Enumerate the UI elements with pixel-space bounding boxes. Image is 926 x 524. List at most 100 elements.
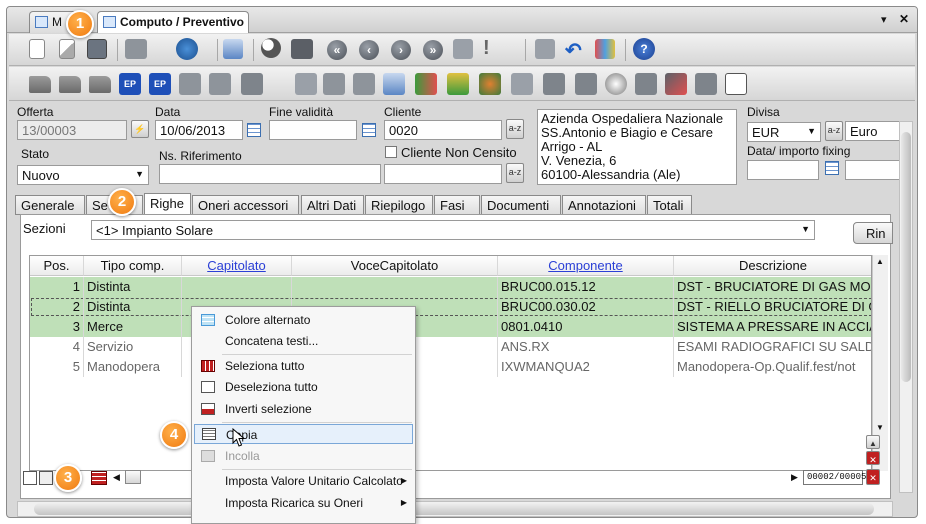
delete-row-icon[interactable]: ✕ xyxy=(866,451,880,465)
lookup-icon[interactable]: a-z xyxy=(506,119,524,139)
cliente-field[interactable]: 0020 xyxy=(384,120,502,140)
person-icon[interactable] xyxy=(635,73,657,95)
menu-item-imposta-valore-unitario[interactable]: Imposta Valore Unitario Calcolato ▶ xyxy=(194,471,413,491)
offerta-field[interactable]: 13/00003 xyxy=(17,120,127,140)
table-row[interactable]: 3 Merce 0801.0410 SISTEMA A PRESSARE IN … xyxy=(30,317,871,337)
menu-item-copia[interactable]: Copia xyxy=(194,424,413,444)
divisa-select[interactable]: EUR ▼ xyxy=(747,122,821,142)
first-record-icon[interactable]: « xyxy=(327,40,347,60)
calculator-blue-icon[interactable] xyxy=(383,73,405,95)
open-folder-icon[interactable] xyxy=(59,76,81,93)
user-settings-icon[interactable] xyxy=(665,73,687,95)
scroll-left-icon[interactable]: ◀ xyxy=(113,472,120,483)
grid-footer-icon[interactable] xyxy=(39,471,53,485)
binoculars-icon[interactable] xyxy=(291,39,313,59)
save-icon[interactable] xyxy=(87,39,107,59)
lookup-icon[interactable]: a-z xyxy=(825,121,843,141)
new-document-icon[interactable] xyxy=(29,39,45,59)
open-folder-icon[interactable] xyxy=(29,76,51,93)
document-lock-icon[interactable] xyxy=(179,73,201,95)
ep-icon[interactable]: EP xyxy=(119,73,141,95)
table-row[interactable]: 1 Distinta BRUC00.015.12 DST - BRUCIATOR… xyxy=(30,277,871,297)
lookup-icon[interactable]: a-z xyxy=(506,163,524,183)
table-row[interactable]: 2 Distinta BRUC00.030.02 DST - RIELLO BR… xyxy=(30,297,871,317)
fine-validita-field[interactable] xyxy=(269,120,357,140)
window-vertical-scrollbar[interactable] xyxy=(899,121,913,493)
building-icon[interactable] xyxy=(543,73,565,95)
table-row[interactable]: 4 Servizio ANS.RX ESAMI RADIOGRAFICI SU … xyxy=(30,337,871,357)
edit-icon[interactable] xyxy=(59,39,75,59)
warning-icon[interactable]: ! xyxy=(483,37,493,61)
calendar-icon[interactable] xyxy=(362,123,376,137)
rin-button[interactable]: Rin xyxy=(853,222,893,244)
scroll-up-icon[interactable]: ▲ xyxy=(876,257,884,266)
tags-icon[interactable] xyxy=(695,73,717,95)
undo-icon[interactable]: ↶ xyxy=(565,38,587,62)
document-delete-icon[interactable] xyxy=(209,73,231,95)
spin-up-icon[interactable]: ▲ xyxy=(866,435,880,449)
sezioni-select[interactable]: <1> Impianto Solare ▼ xyxy=(91,220,815,240)
close-icon[interactable]: ✕ xyxy=(899,12,909,26)
menu-item-imposta-ricarica[interactable]: Imposta Ricarica su Oneri ▶ xyxy=(194,493,413,513)
column-header-tipo-comp[interactable]: Tipo comp. xyxy=(84,256,182,276)
previous-record-icon[interactable]: ‹ xyxy=(359,40,379,60)
menu-item-deseleziona-tutto[interactable]: Deseleziona tutto xyxy=(194,377,413,397)
calculator-icon[interactable] xyxy=(353,73,375,95)
grid-hscroll-thumb[interactable] xyxy=(125,470,141,484)
calendar-icon[interactable] xyxy=(247,123,261,137)
cliente-non-censito-field[interactable] xyxy=(384,164,502,184)
tree-icon[interactable] xyxy=(447,73,469,95)
menu-item-concatena-testi[interactable]: Concatena testi... xyxy=(194,331,413,351)
globe-icon[interactable] xyxy=(176,38,198,60)
fixing-amount-field[interactable] xyxy=(845,160,903,180)
window-horizontal-scrollbar[interactable] xyxy=(17,501,893,517)
cliente-non-censito-checkbox[interactable] xyxy=(385,146,397,158)
tab-riepilogo[interactable]: Riepilogo xyxy=(365,195,433,215)
window-horizontal-thumb[interactable] xyxy=(34,503,874,515)
ep-lock-icon[interactable]: EP xyxy=(149,73,171,95)
tab-righe[interactable]: Righe xyxy=(144,193,191,215)
tab-annotazioni[interactable]: Annotazioni xyxy=(562,195,646,215)
tab-documenti[interactable]: Documenti xyxy=(481,195,561,215)
print-preview-icon[interactable] xyxy=(241,73,263,95)
copy-record-icon[interactable] xyxy=(453,39,473,59)
menu-item-colore-alternato[interactable]: Colore alternato xyxy=(194,310,413,330)
chart-icon[interactable] xyxy=(415,73,437,95)
stato-select[interactable]: Nuovo ▼ xyxy=(17,165,149,185)
wrench-icon[interactable] xyxy=(511,73,533,95)
tab-altri-dati[interactable]: Altri Dati xyxy=(301,195,364,215)
column-header-componente[interactable]: Componente xyxy=(498,256,674,276)
tab-fasi[interactable]: Fasi xyxy=(434,195,480,215)
scroll-right-icon[interactable]: ▶ xyxy=(791,472,798,483)
window-vertical-thumb[interactable] xyxy=(901,132,911,382)
grid-footer-icon[interactable] xyxy=(23,471,37,485)
building-gear-icon[interactable] xyxy=(575,73,597,95)
tools-icon[interactable] xyxy=(323,73,345,95)
ns-riferimento-field[interactable] xyxy=(159,164,381,184)
calendar-icon[interactable] xyxy=(825,161,839,175)
tab-list-dropdown-icon[interactable]: ▾ xyxy=(881,13,887,26)
column-header-descrizione[interactable]: Descrizione xyxy=(674,256,871,276)
next-record-icon[interactable]: › xyxy=(391,40,411,60)
components-icon[interactable] xyxy=(479,73,501,95)
rows-icon[interactable] xyxy=(91,471,107,485)
print-icon[interactable] xyxy=(125,39,147,59)
tab-oneri-accessori[interactable]: Oneri accessori xyxy=(192,195,299,215)
table-row[interactable]: 5 Manodopera IXWMANQUA2 Manodopera-Op.Qu… xyxy=(30,357,871,377)
tab-generale[interactable]: Generale xyxy=(15,195,85,215)
scroll-down-icon[interactable]: ▼ xyxy=(876,423,884,432)
search-icon[interactable] xyxy=(261,38,281,58)
fixing-date-field[interactable] xyxy=(747,160,819,180)
help-icon[interactable]: ? xyxy=(633,38,655,60)
grid-settings-icon[interactable] xyxy=(595,39,615,59)
tab-totali[interactable]: Totali xyxy=(647,195,692,215)
menu-item-incolla[interactable]: Incolla xyxy=(194,446,413,466)
copy-icon[interactable] xyxy=(295,73,317,95)
delete-icon[interactable]: ✕ xyxy=(866,469,880,485)
open-folder-icon[interactable] xyxy=(89,76,111,93)
delete-icon[interactable] xyxy=(535,39,555,59)
tab-computo-preventivo[interactable]: Computo / Preventivo xyxy=(97,11,249,33)
compass-icon[interactable] xyxy=(605,73,627,95)
menu-item-seleziona-tutto[interactable]: Seleziona tutto xyxy=(194,356,413,376)
menu-item-inverti-selezione[interactable]: Inverti selezione xyxy=(194,399,413,419)
